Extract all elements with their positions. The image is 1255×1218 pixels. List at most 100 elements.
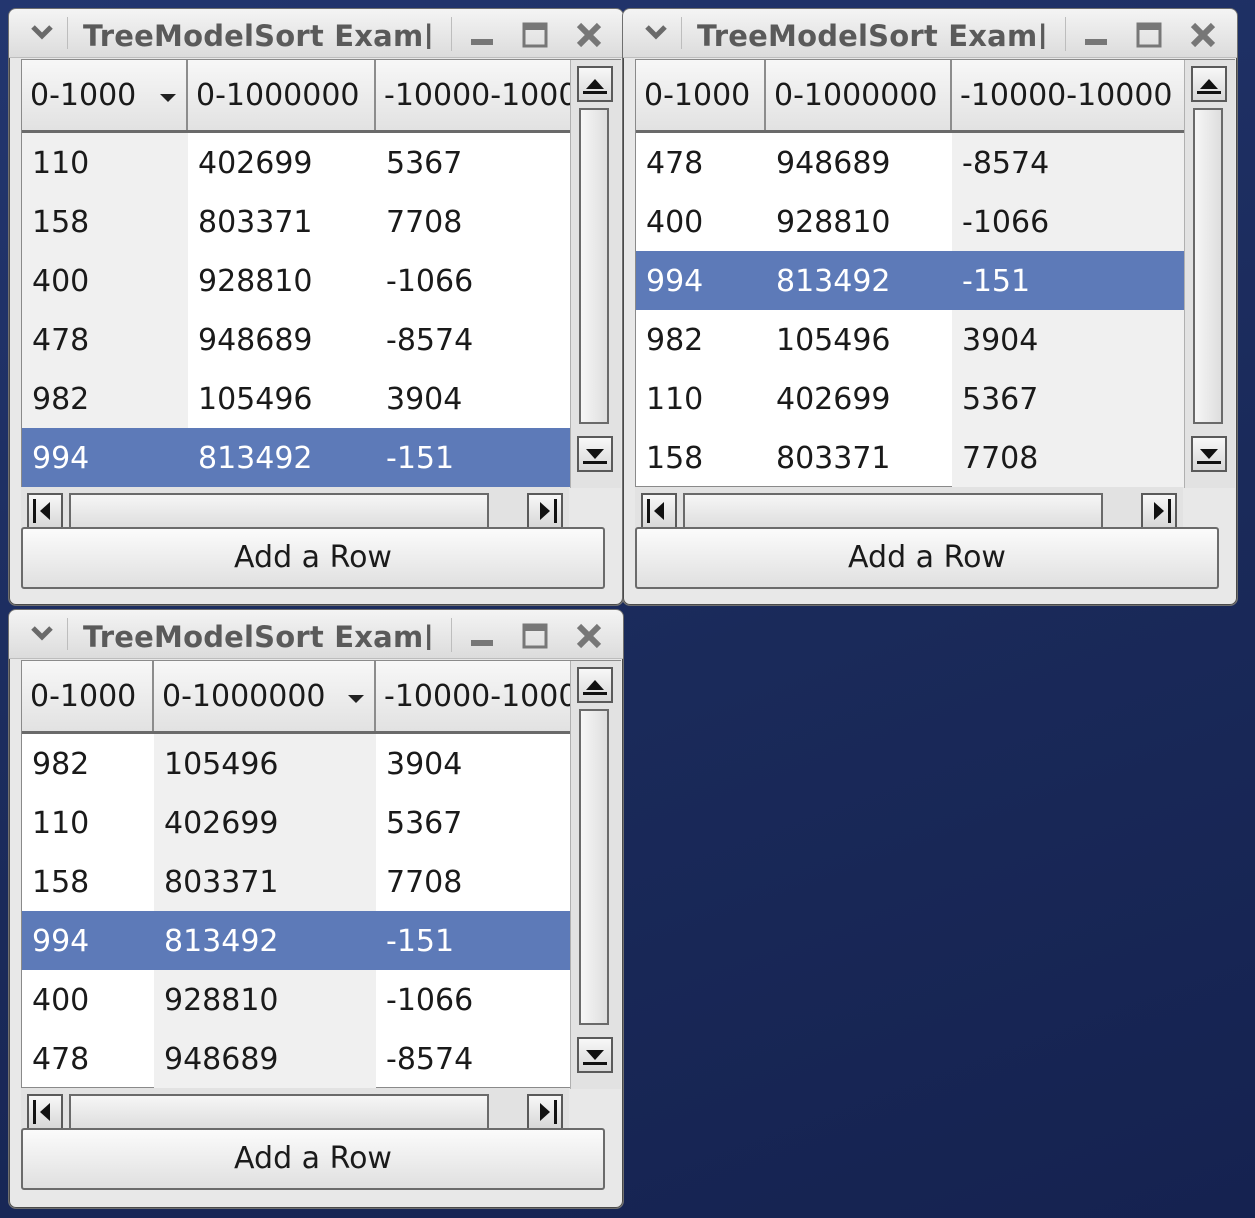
scroll-right-button[interactable] (1141, 493, 1177, 529)
table-row[interactable]: 158 803371 7708 (22, 192, 570, 251)
table-row-selected[interactable]: 994 813492 -151 (22, 911, 570, 970)
table-row[interactable]: 158 803371 7708 (636, 428, 1184, 487)
titlebar[interactable]: TreeModelSort Exam| (9, 9, 623, 58)
table-row[interactable]: 478 948689 -8574 (636, 133, 1184, 192)
table-row-selected[interactable]: 994 813492 -151 (22, 428, 570, 487)
column-header-0[interactable]: 0-1000 (636, 60, 766, 130)
column-header-1[interactable]: 0-1000000 (154, 661, 376, 731)
table-row[interactable]: 400 928810 -1066 (22, 970, 570, 1029)
table-row[interactable]: 478 948689 -8574 (22, 310, 570, 369)
cell: -151 (952, 251, 1184, 310)
column-header-2[interactable]: -10000-1000 (376, 661, 570, 731)
cell: 105496 (776, 323, 891, 358)
cell: 813492 (766, 251, 952, 310)
scroll-left-button[interactable] (641, 493, 677, 529)
chevron-down-icon (31, 626, 53, 641)
close-icon[interactable] (1188, 21, 1218, 49)
table-row[interactable]: 400 928810 -1066 (22, 251, 570, 310)
scroll-right-button[interactable] (527, 1094, 563, 1130)
add-row-button[interactable]: Add a Row (635, 527, 1219, 589)
column-header-2[interactable]: -10000-10000 (952, 60, 1184, 130)
add-row-button[interactable]: Add a Row (21, 527, 605, 589)
cell: 105496 (154, 734, 376, 793)
scroll-down-button[interactable] (577, 436, 613, 472)
table-row[interactable]: 478 948689 -8574 (22, 1029, 570, 1088)
horizontal-scroll-thumb[interactable] (69, 493, 489, 529)
column-header-1[interactable]: 0-1000000 (766, 60, 952, 130)
column-header-0[interactable]: 0-1000 (22, 60, 188, 130)
column-header-row: 0-1000 0-1000000 -10000-1000 (22, 661, 570, 734)
scroll-left-button[interactable] (27, 493, 63, 529)
horizontal-scroll-thumb[interactable] (69, 1094, 489, 1130)
rows: 982 105496 3904 110 402699 5367 158 803371 770… (22, 734, 570, 1088)
maximize-icon[interactable] (520, 622, 550, 650)
cell: 803371 (776, 441, 891, 476)
vertical-scroll-thumb[interactable] (579, 709, 609, 1025)
cell: -1066 (386, 264, 474, 299)
scroll-down-button[interactable] (1191, 436, 1227, 472)
vertical-scroll-thumb[interactable] (579, 108, 609, 424)
cell: 994 (22, 911, 154, 970)
table-row[interactable]: 982 105496 3904 (22, 369, 570, 428)
cell: 402699 (154, 793, 376, 852)
horizontal-scroll-thumb[interactable] (683, 493, 1103, 529)
titlebar[interactable]: TreeModelSort Exam| (9, 610, 623, 659)
cell: 478 (646, 146, 704, 181)
window-title: TreeModelSort Exam| (697, 19, 1049, 49)
minimize-icon[interactable] (467, 622, 497, 650)
scroll-up-button[interactable] (1191, 66, 1227, 102)
window-menu-button[interactable] (17, 17, 68, 49)
tree-view[interactable]: 0-1000 0-1000000 -10000-10000 478 948689 -… (635, 59, 1235, 488)
table-row[interactable]: 110 402699 5367 (22, 793, 570, 852)
table-row[interactable]: 110 402699 5367 (22, 133, 570, 192)
column-header-row: 0-1000 0-1000000 -10000-10000 (636, 60, 1184, 133)
vertical-scrollbar[interactable] (570, 60, 621, 488)
column-header-label: 0-1000 (30, 679, 137, 714)
table-row[interactable]: 400 928810 -1066 (636, 192, 1184, 251)
table-row[interactable]: 982 105496 3904 (636, 310, 1184, 369)
tree-view[interactable]: 0-1000 0-1000000 -10000-1000 982 105496 39… (21, 660, 621, 1089)
vertical-scroll-thumb[interactable] (1193, 108, 1223, 424)
column-header-label: 0-1000000 (162, 679, 326, 714)
titlebar-divider (451, 618, 452, 652)
window-menu-button[interactable] (17, 618, 68, 650)
cell: 3904 (386, 382, 463, 417)
scroll-up-button[interactable] (577, 66, 613, 102)
vertical-scrollbar[interactable] (570, 661, 621, 1089)
table-row[interactable]: 110 402699 5367 (636, 369, 1184, 428)
close-icon[interactable] (574, 622, 604, 650)
window-title: TreeModelSort Exam| (83, 620, 435, 650)
titlebar[interactable]: TreeModelSort Exam| (623, 9, 1237, 58)
scroll-up-button[interactable] (577, 667, 613, 703)
column-header-2[interactable]: -10000-1000 (376, 60, 570, 130)
maximize-icon[interactable] (1134, 21, 1164, 49)
cell: 982 (646, 323, 704, 358)
table-row[interactable]: 982 105496 3904 (22, 734, 570, 793)
scroll-right-button[interactable] (527, 493, 563, 529)
rows: 110 402699 5367 158 803371 7708 400 928810 -10… (22, 133, 570, 487)
column-header-0[interactable]: 0-1000 (22, 661, 154, 731)
cell: -8574 (386, 1042, 474, 1077)
window-menu-button[interactable] (631, 17, 682, 49)
column-header-label: -10000-1000 (384, 78, 570, 113)
cell: 158 (646, 441, 704, 476)
minimize-icon[interactable] (467, 21, 497, 49)
cell: 478 (32, 1042, 90, 1077)
cell: 110 (32, 806, 90, 841)
cell: 7708 (386, 865, 463, 900)
table-row-selected[interactable]: 994 813492 -151 (636, 251, 1184, 310)
close-icon[interactable] (574, 21, 604, 49)
minimize-icon[interactable] (1081, 21, 1111, 49)
window-3: TreeModelSort Exam| 0-1000 0-1000000 -10… (8, 609, 624, 1209)
column-header-1[interactable]: 0-1000000 (188, 60, 376, 130)
cell: 110 (22, 133, 188, 192)
tree-view[interactable]: 0-1000 0-1000000 -10000-1000 110 402699 53… (21, 59, 621, 488)
vertical-scrollbar[interactable] (1184, 60, 1235, 488)
scroll-left-button[interactable] (27, 1094, 63, 1130)
add-row-button[interactable]: Add a Row (21, 1128, 605, 1190)
scroll-down-button[interactable] (577, 1037, 613, 1073)
cell: 948689 (776, 146, 891, 181)
maximize-icon[interactable] (520, 21, 550, 49)
column-header-label: 0-1000000 (196, 78, 360, 113)
table-row[interactable]: 158 803371 7708 (22, 852, 570, 911)
